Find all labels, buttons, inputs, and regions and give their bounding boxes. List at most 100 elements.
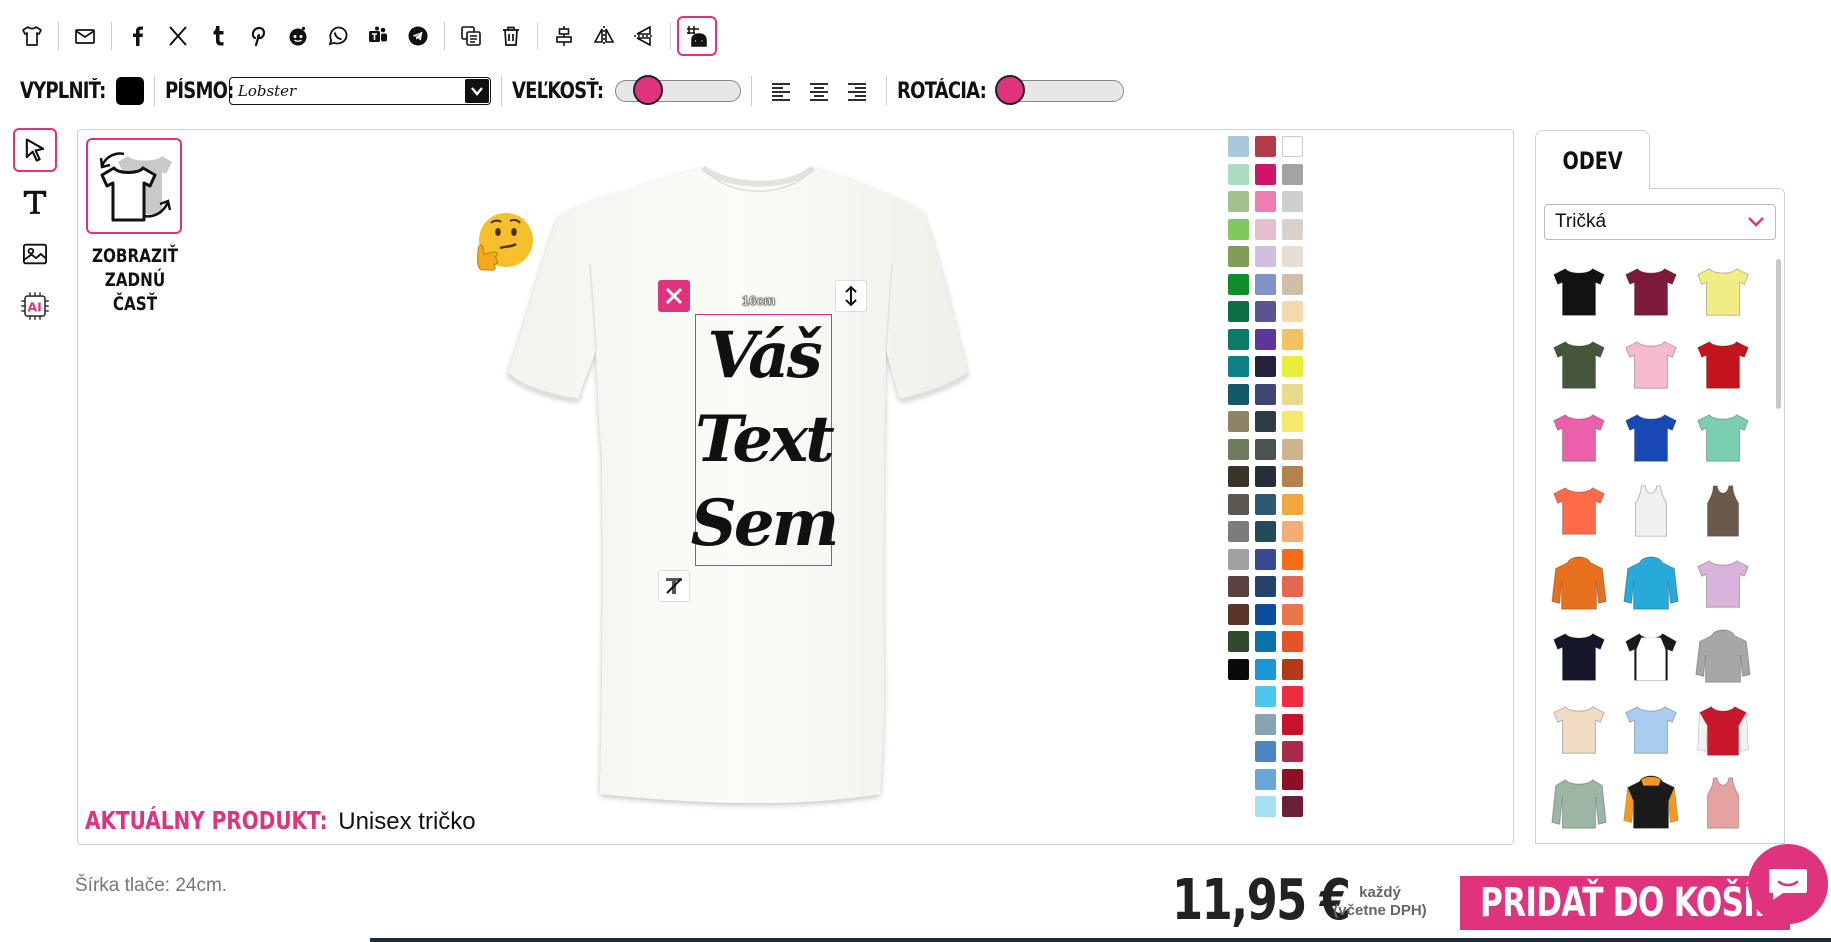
x-icon[interactable]: [158, 16, 198, 56]
align-left-icon[interactable]: [762, 72, 800, 110]
color-swatch[interactable]: [1228, 328, 1249, 350]
color-swatch[interactable]: [1282, 411, 1303, 432]
color-swatch[interactable]: [1228, 383, 1249, 405]
color-swatch[interactable]: [1255, 273, 1276, 295]
color-swatch[interactable]: [1228, 631, 1249, 652]
color-swatch[interactable]: [1282, 163, 1303, 185]
rotation-slider[interactable]: [994, 75, 1124, 105]
white-tank-thumbnail[interactable]: [1615, 474, 1687, 547]
chat-button[interactable]: [1748, 844, 1828, 924]
color-swatch[interactable]: [1255, 136, 1276, 157]
color-swatch[interactable]: [1228, 658, 1249, 680]
flip-vertical-icon[interactable]: [624, 16, 664, 56]
color-swatch[interactable]: [1282, 768, 1303, 790]
orange-hoodie-thumbnail[interactable]: [1543, 547, 1615, 620]
color-swatch[interactable]: [1282, 796, 1303, 817]
color-swatch[interactable]: [1282, 548, 1303, 570]
telegram-icon[interactable]: [398, 16, 438, 56]
delete-element-button[interactable]: [658, 280, 690, 312]
edit-text-button[interactable]: [658, 570, 690, 602]
back-view-button[interactable]: [86, 138, 182, 234]
color-swatch[interactable]: [1228, 603, 1249, 625]
color-swatch[interactable]: [1255, 631, 1276, 652]
color-swatch[interactable]: [1228, 466, 1249, 487]
color-swatch[interactable]: [1228, 246, 1249, 267]
flip-horizontal-icon[interactable]: [584, 16, 624, 56]
red-tshirt-thumbnail[interactable]: [1687, 328, 1759, 401]
image-tool-button[interactable]: [13, 232, 57, 276]
color-swatch[interactable]: [1228, 521, 1249, 542]
fill-color-swatch[interactable]: [116, 77, 145, 105]
color-swatch[interactable]: [1255, 603, 1276, 625]
color-swatch[interactable]: [1282, 438, 1303, 460]
color-swatch[interactable]: [1282, 658, 1303, 680]
design-canvas[interactable]: ZOBRAZIŤ ZADNÚ ČASŤ 16cm Váš Text Sem AK…: [77, 129, 1514, 845]
color-swatch[interactable]: [1255, 218, 1276, 240]
size-slider-knob[interactable]: [632, 75, 663, 105]
black-tshirt-thumbnail[interactable]: [1543, 255, 1615, 328]
color-swatch[interactable]: [1282, 246, 1303, 267]
varsity-jacket-thumbnail[interactable]: [1687, 693, 1759, 766]
resize-handle-button[interactable]: [835, 280, 867, 312]
color-swatch[interactable]: [1255, 356, 1276, 377]
color-swatch[interactable]: [1282, 686, 1303, 707]
pinterest-icon[interactable]: [238, 16, 278, 56]
back-view-label[interactable]: ZOBRAZIŤ ZADNÚ ČASŤ: [91, 244, 179, 316]
color-swatch[interactable]: [1255, 686, 1276, 707]
color-swatch[interactable]: [1282, 383, 1303, 405]
duplicate-icon[interactable]: [451, 16, 491, 56]
color-swatch[interactable]: [1228, 191, 1249, 212]
color-swatch[interactable]: [1255, 713, 1276, 735]
color-swatch[interactable]: [1282, 328, 1303, 350]
ombre-tshirt-thumbnail[interactable]: [1615, 693, 1687, 766]
panel-scrollbar[interactable]: [1776, 259, 1781, 409]
color-swatch[interactable]: [1255, 328, 1276, 350]
color-swatch[interactable]: [1282, 356, 1303, 377]
trash-icon[interactable]: [491, 16, 531, 56]
color-swatch[interactable]: [1228, 273, 1249, 295]
pink-tshirt-thumbnail[interactable]: [1615, 328, 1687, 401]
color-swatch[interactable]: [1282, 273, 1303, 295]
color-swatch[interactable]: [1282, 136, 1303, 157]
color-swatch[interactable]: [1255, 438, 1276, 460]
color-swatch[interactable]: [1255, 383, 1276, 405]
color-swatch[interactable]: [1228, 576, 1249, 597]
color-swatch[interactable]: [1255, 521, 1276, 542]
teams-icon[interactable]: [358, 16, 398, 56]
sage-longsleeve-thumbnail[interactable]: [1543, 766, 1615, 839]
black-orange-hoodie-thumbnail[interactable]: [1615, 766, 1687, 839]
color-swatch[interactable]: [1282, 741, 1303, 762]
color-swatch[interactable]: [1228, 136, 1249, 157]
size-slider[interactable]: [615, 75, 742, 105]
color-swatch[interactable]: [1255, 741, 1276, 762]
brown-tank-thumbnail[interactable]: [1687, 474, 1759, 547]
color-swatch[interactable]: [1228, 493, 1249, 515]
text-tool-button[interactable]: [13, 180, 57, 224]
category-select[interactable]: Tričká: [1544, 204, 1776, 240]
black-tshirt-2-thumbnail[interactable]: [1543, 620, 1615, 693]
color-swatch[interactable]: [1228, 218, 1249, 240]
grey-hoodie-thumbnail[interactable]: [1687, 620, 1759, 693]
color-swatch[interactable]: [1282, 576, 1303, 597]
font-select[interactable]: Lobster: [228, 77, 491, 105]
color-swatch[interactable]: [1255, 658, 1276, 680]
align-right-icon[interactable]: [838, 72, 876, 110]
color-swatch[interactable]: [1282, 713, 1303, 735]
color-swatch[interactable]: [1282, 631, 1303, 652]
tiedye-tshirt-thumbnail[interactable]: [1687, 547, 1759, 620]
color-swatch[interactable]: [1255, 548, 1276, 570]
color-swatch[interactable]: [1228, 356, 1249, 377]
tumblr-icon[interactable]: [198, 16, 238, 56]
align-center-icon[interactable]: [800, 72, 838, 110]
color-swatch[interactable]: [1282, 603, 1303, 625]
tab-apparel[interactable]: ODEV: [1535, 130, 1650, 190]
reddit-icon[interactable]: [278, 16, 318, 56]
color-swatch[interactable]: [1255, 466, 1276, 487]
coral-tshirt-thumbnail[interactable]: [1543, 474, 1615, 547]
mail-icon[interactable]: [65, 16, 105, 56]
color-swatch[interactable]: [1255, 493, 1276, 515]
color-swatch[interactable]: [1228, 163, 1249, 185]
rotation-slider-knob[interactable]: [994, 75, 1025, 105]
color-swatch[interactable]: [1255, 191, 1276, 212]
tshirt-icon[interactable]: [12, 16, 52, 56]
